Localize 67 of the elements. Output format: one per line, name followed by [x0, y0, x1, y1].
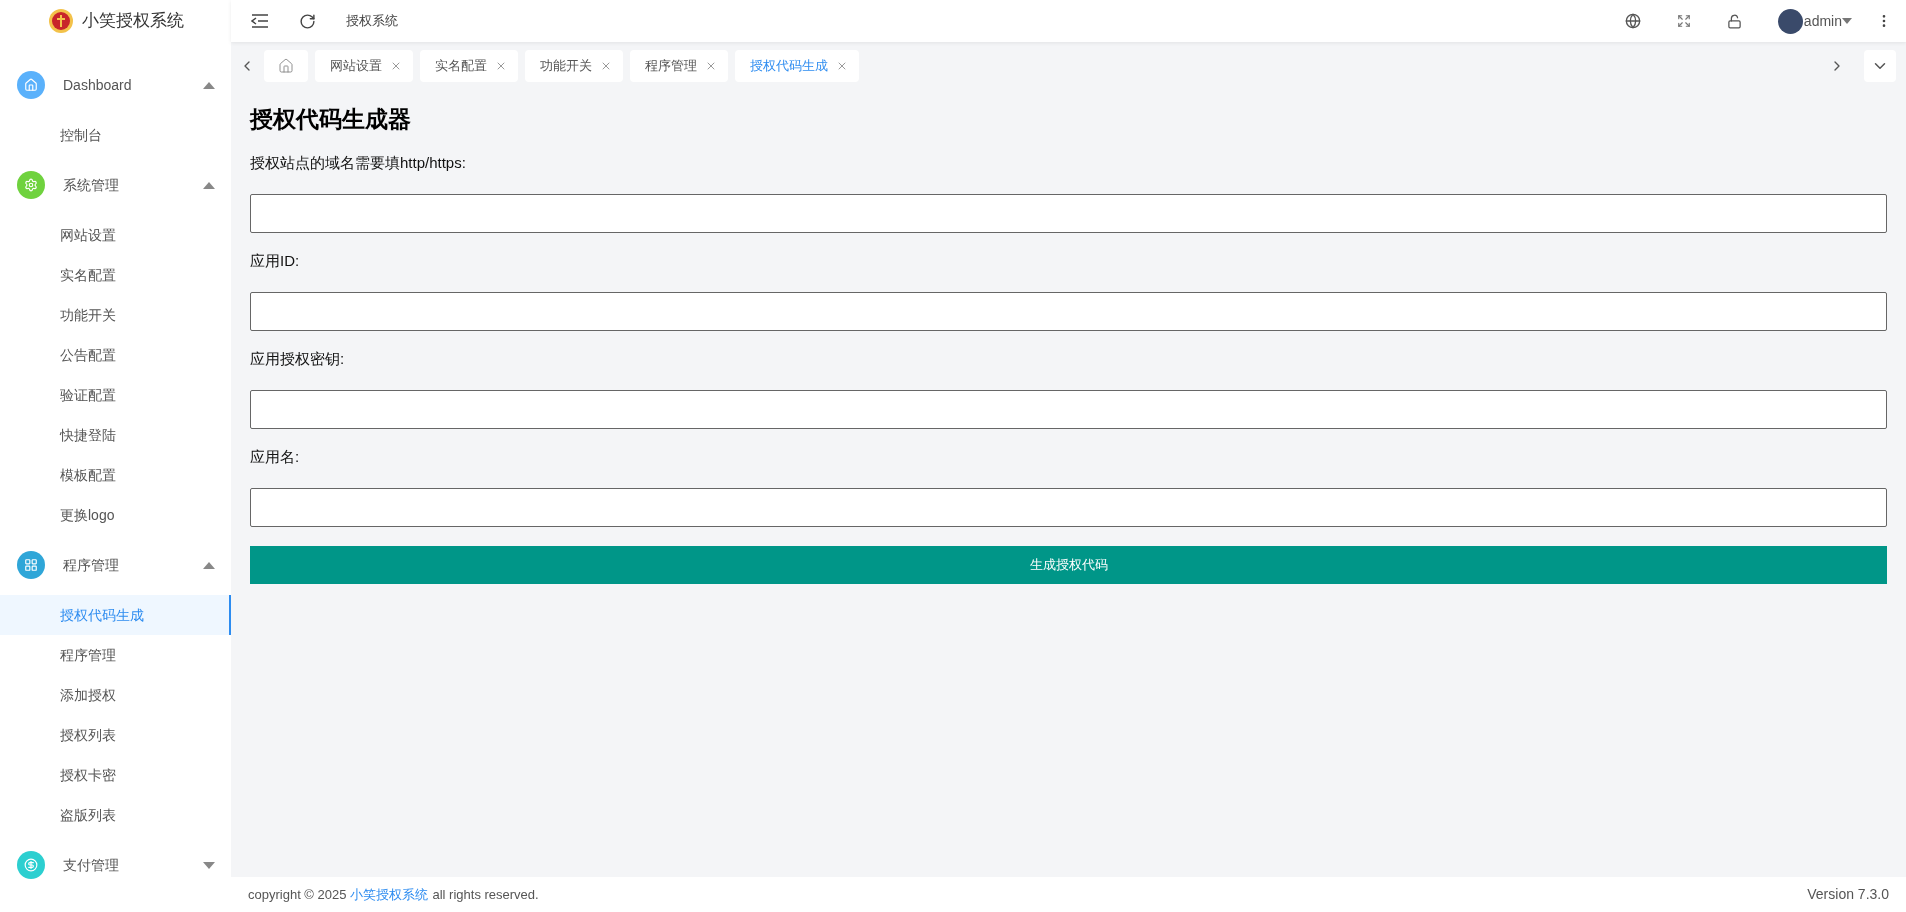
page-tab[interactable]: 功能开关	[525, 50, 623, 82]
sidebar-item[interactable]: 盗版列表	[0, 795, 231, 835]
sidebar-item[interactable]: 功能开关	[0, 295, 231, 335]
globe-icon[interactable]	[1624, 13, 1641, 29]
page-title: 授权代码生成器	[250, 105, 412, 134]
avatar[interactable]	[1777, 8, 1803, 34]
sidebar-item[interactable]: 控制台	[0, 115, 231, 155]
page-tab[interactable]: 实名配置	[420, 50, 518, 82]
copyright-text: all rights reserved.	[432, 885, 539, 904]
sidebar-item[interactable]: 公告配置	[0, 335, 231, 375]
sidebar-item[interactable]: 网站设置	[0, 215, 231, 255]
close-icon[interactable]	[836, 60, 848, 72]
caret-up-icon	[203, 561, 215, 569]
caret-down-icon	[203, 861, 215, 869]
group-label: 系统管理	[63, 175, 120, 195]
caret-down-icon	[1842, 18, 1852, 24]
field-label: 应用ID:	[250, 251, 301, 271]
tab-label: 实名配置	[435, 57, 487, 76]
tab-label: 网站设置	[330, 57, 382, 76]
input-field[interactable]	[250, 488, 1887, 527]
home-icon	[278, 58, 294, 74]
fullscreen-icon[interactable]	[1676, 14, 1691, 28]
sidebar-group[interactable]: 支付管理	[0, 835, 231, 895]
group-label: 程序管理	[63, 555, 120, 575]
close-icon[interactable]	[705, 60, 717, 72]
field-label: 应用名:	[250, 447, 301, 467]
logo-icon	[47, 8, 74, 34]
close-icon[interactable]	[495, 60, 507, 72]
menu-fold-icon[interactable]	[251, 14, 269, 28]
sidebar-item[interactable]: 添加授权	[0, 675, 231, 715]
page-tab[interactable]: 授权代码生成	[735, 50, 859, 82]
sidebar-item[interactable]: 实名配置	[0, 255, 231, 295]
sidebar-group[interactable]: 系统管理	[0, 155, 231, 215]
group-label: 支付管理	[63, 855, 120, 875]
page-tab[interactable]: 程序管理	[630, 50, 728, 82]
sidebar-group[interactable]: Dashboard	[0, 55, 231, 115]
field-label: 授权站点的域名需要填http/https:	[250, 153, 467, 173]
breadcrumb[interactable]: 授权系统	[346, 11, 398, 31]
input-field[interactable]	[250, 194, 1887, 233]
sidebar-item[interactable]: 授权列表	[0, 715, 231, 755]
generate-button[interactable]: 生成授权代码	[250, 546, 1887, 584]
tab-label: 程序管理	[645, 57, 697, 76]
brand-link[interactable]: 小笑授权系统	[350, 884, 429, 905]
group-label: Dashboard	[63, 75, 133, 95]
sidebar-item[interactable]: 程序管理	[0, 635, 231, 675]
sidebar-item[interactable]: 快捷登陆	[0, 415, 231, 455]
field-label: 应用授权密钥:	[250, 349, 346, 369]
sidebar-item[interactable]: 更换logo	[0, 495, 231, 535]
sidebar-item[interactable]: 模板配置	[0, 455, 231, 495]
sidebar-group[interactable]: 程序管理	[0, 535, 231, 595]
brand-name: 小笑授权系统	[81, 10, 184, 33]
tab-label: 功能开关	[540, 57, 592, 76]
page-tab[interactable]: 网站设置	[315, 50, 413, 82]
lock-icon[interactable]	[1726, 13, 1742, 29]
close-icon[interactable]	[390, 60, 402, 72]
sidebar-item[interactable]: 验证配置	[0, 375, 231, 415]
input-field[interactable]	[250, 390, 1887, 429]
input-field[interactable]	[250, 292, 1887, 331]
version-text: Version 7.3.0	[1807, 885, 1889, 904]
caret-up-icon	[203, 181, 215, 189]
copyright-text: copyright © 2025	[248, 885, 347, 904]
sidebar-item[interactable]: 授权卡密	[0, 755, 231, 795]
tab-label: 授权代码生成	[750, 57, 828, 76]
caret-up-icon	[203, 81, 215, 89]
refresh-icon[interactable]	[299, 12, 316, 30]
user-name[interactable]: admin	[1803, 10, 1842, 32]
close-icon[interactable]	[600, 60, 612, 72]
